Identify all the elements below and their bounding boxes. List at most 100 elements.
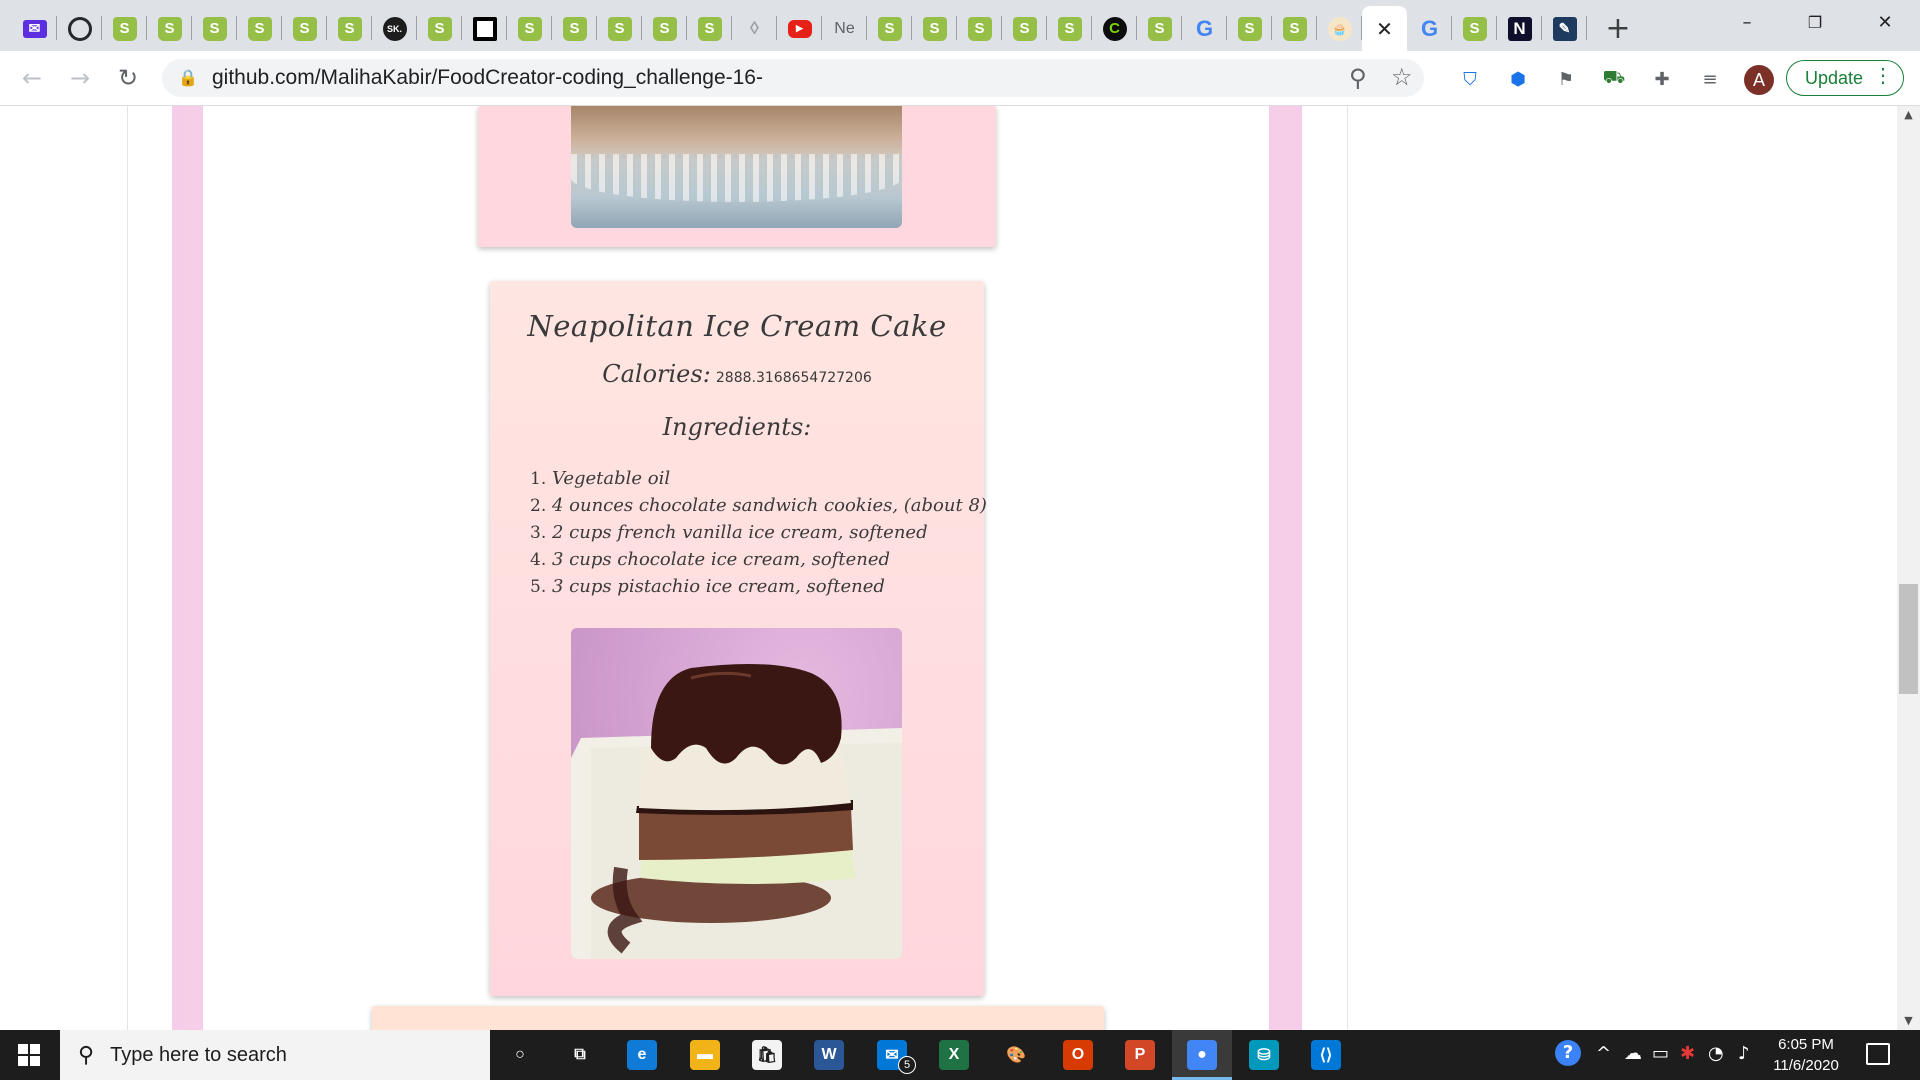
excel-taskbar-button[interactable]: X <box>924 1030 984 1080</box>
file-explorer-taskbar-button[interactable]: ▬ <box>675 1030 735 1080</box>
cupcake-icon: 🧁 <box>1327 16 1352 41</box>
cart-extension-icon[interactable]: ⛟ <box>1600 65 1628 93</box>
location-extension-icon[interactable]: ⬢ <box>1504 65 1532 93</box>
browser-tab[interactable]: G <box>1182 6 1227 51</box>
cloud-icon[interactable]: ☁ <box>1624 1043 1642 1064</box>
browser-tab[interactable]: S <box>687 6 732 51</box>
task-view-taskbar-button[interactable]: ⧉ <box>550 1030 610 1080</box>
shopify-icon: S <box>1282 16 1307 41</box>
menu-icon[interactable]: ⋮ <box>1873 63 1893 88</box>
browser-tab[interactable]: N <box>1497 6 1542 51</box>
volume-icon[interactable]: ♪ <box>1738 1043 1750 1064</box>
browser-tab[interactable] <box>462 6 507 51</box>
calories-line: Calories: 2888.3168654727206 <box>490 360 984 388</box>
browser-tab[interactable]: S <box>597 6 642 51</box>
mail-taskbar-button[interactable]: ✉ 5 <box>862 1030 922 1080</box>
edge-icon: e <box>627 1040 657 1070</box>
browser-tab[interactable]: S <box>147 6 192 51</box>
cortana-taskbar-button[interactable]: ○ <box>490 1030 550 1080</box>
powerpoint-taskbar-button[interactable]: P <box>1110 1030 1170 1080</box>
new-tab-button[interactable]: + <box>1600 10 1636 46</box>
close-window-button[interactable]: ✕ <box>1862 0 1908 44</box>
browser-tab[interactable]: S <box>1137 6 1182 51</box>
word-taskbar-button[interactable]: W <box>799 1030 859 1080</box>
scroll-up-icon[interactable]: ▲ <box>1897 106 1920 124</box>
reload-button[interactable]: ↻ <box>110 60 146 96</box>
address-bar[interactable]: 🔒 github.com/MalihaKabir/FoodCreator-cod… <box>162 59 1424 97</box>
forward-button[interactable]: → <box>62 60 98 96</box>
shopify-icon: S <box>202 16 227 41</box>
ingredient-text: Vegetable oil <box>551 468 671 489</box>
browser-tab[interactable]: Ne <box>822 6 867 51</box>
url-text[interactable]: github.com/MalihaKabir/FoodCreator-codin… <box>212 66 763 90</box>
taskbar-clock[interactable]: 6:05 PM 11/6/2020 <box>1770 1034 1842 1076</box>
chevron-up-icon[interactable]: ^ <box>1596 1043 1611 1064</box>
browser-tab[interactable]: 🧁 <box>1317 6 1362 51</box>
back-button[interactable]: ← <box>14 60 50 96</box>
lock-icon[interactable]: 🔒 <box>178 68 198 88</box>
tab-active[interactable]: ✕ <box>1362 6 1407 51</box>
browser-tab[interactable]: C <box>1092 6 1137 51</box>
shopify-icon: S <box>247 16 272 41</box>
notification-center-icon[interactable] <box>1866 1043 1890 1065</box>
bookmark-star-icon[interactable]: ☆ <box>1391 63 1413 91</box>
browser-tab[interactable]: S <box>327 6 372 51</box>
media-playlist-icon[interactable]: ≡ <box>1696 65 1724 93</box>
restore-button[interactable]: ❐ <box>1792 0 1838 44</box>
store-taskbar-button[interactable]: 🛍 <box>737 1030 797 1080</box>
wifi-icon[interactable]: ◔ <box>1708 1043 1724 1064</box>
ingredient-text: 3 cups pistachio ice cream, softened <box>551 576 885 597</box>
browser-tab[interactable]: S <box>417 6 462 51</box>
taskbar-search[interactable]: ⚲ Type here to search <box>60 1030 490 1080</box>
puzzle-extensions-icon[interactable]: ✚ <box>1648 65 1676 93</box>
browser-tab[interactable]: S <box>1002 6 1047 51</box>
browser-tab[interactable]: S <box>1227 6 1272 51</box>
help-icon[interactable]: ? <box>1555 1040 1581 1066</box>
vscode-taskbar-button[interactable]: ⟨⟩ <box>1296 1030 1356 1080</box>
shield-extension-icon[interactable]: ⛉ <box>1456 65 1484 93</box>
excel-icon: X <box>939 1040 969 1070</box>
browser-tab[interactable]: S <box>957 6 1002 51</box>
list-item: 4. 3 cups chocolate ice cream, softened <box>530 546 987 573</box>
browser-tab[interactable]: S <box>642 6 687 51</box>
vscode-icon: ⟨⟩ <box>1311 1040 1341 1070</box>
scrollbar-thumb[interactable] <box>1899 584 1918 694</box>
browser-tab[interactable]: G <box>1407 6 1452 51</box>
ingredients-heading: Ingredients: <box>662 413 812 441</box>
browser-tab[interactable]: S <box>192 6 237 51</box>
browser-tab[interactable]: S <box>507 6 552 51</box>
browser-tab[interactable]: ✎ <box>1542 6 1587 51</box>
browser-tab[interactable]: SK. <box>372 6 417 51</box>
profile-avatar[interactable]: A <box>1744 65 1774 95</box>
browser-tab[interactable]: S <box>1272 6 1317 51</box>
scroll-down-icon[interactable]: ▼ <box>1897 1012 1920 1030</box>
vertical-scrollbar[interactable]: ▲ ▼ <box>1897 106 1920 1030</box>
flag-extension-icon[interactable]: ⚑ <box>1552 65 1580 93</box>
start-button[interactable] <box>0 1030 58 1080</box>
close-icon[interactable]: ✕ <box>1376 17 1393 41</box>
browser-tab[interactable]: S <box>552 6 597 51</box>
browser-tab[interactable]: S <box>912 6 957 51</box>
browser-tab[interactable]: S <box>102 6 147 51</box>
office-taskbar-button[interactable]: O <box>1048 1030 1108 1080</box>
browser-tab[interactable]: ✉ <box>12 6 57 51</box>
minimize-button[interactable]: – <box>1724 0 1770 44</box>
edge-taskbar-button[interactable]: e <box>612 1030 672 1080</box>
list-number: 2. <box>530 496 547 516</box>
battery-icon[interactable]: ▭ <box>1652 1043 1669 1064</box>
teams-taskbar-button[interactable]: ⛁ <box>1234 1030 1294 1080</box>
browser-tab[interactable]: ▶ <box>777 6 822 51</box>
browser-tab[interactable]: S <box>282 6 327 51</box>
browser-tab[interactable]: S <box>867 6 912 51</box>
browser-tab[interactable]: S <box>1452 6 1497 51</box>
browser-tab[interactable]: S <box>237 6 282 51</box>
browser-tab[interactable]: ◊ <box>732 6 777 51</box>
app-tray-icon[interactable]: ✱ <box>1680 1043 1695 1064</box>
browser-tab[interactable] <box>57 6 102 51</box>
update-button[interactable]: Update ⋮ <box>1786 60 1904 96</box>
chrome-taskbar-button[interactable]: ● <box>1172 1030 1232 1080</box>
browser-tab[interactable]: S <box>1047 6 1092 51</box>
paint-taskbar-button[interactable]: 🎨 <box>986 1030 1046 1080</box>
recipe-photo <box>571 628 902 959</box>
zoom-icon[interactable]: ⚲ <box>1349 64 1367 92</box>
